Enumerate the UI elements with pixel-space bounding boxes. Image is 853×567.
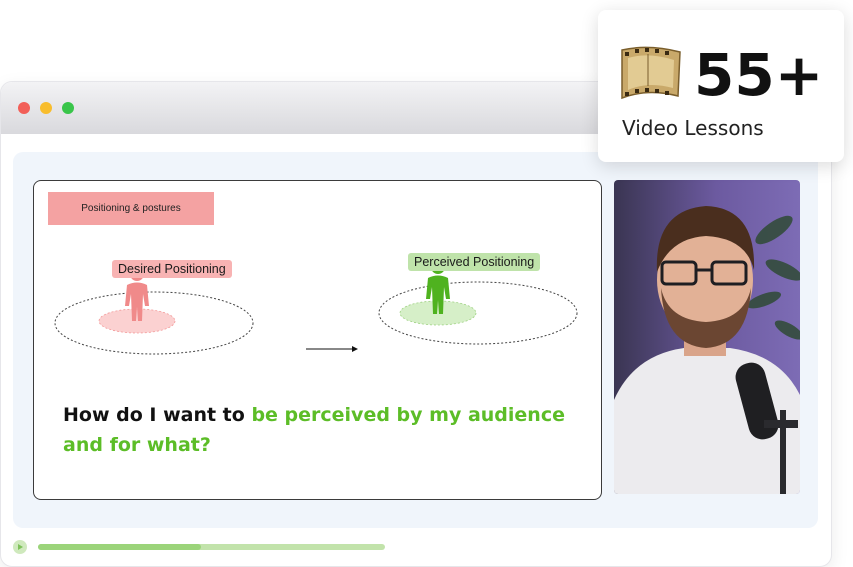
progress-track[interactable] — [38, 544, 385, 550]
maximize-window-button[interactable] — [62, 102, 74, 114]
desired-inner-ellipse — [98, 308, 176, 334]
arrow-icon — [306, 346, 358, 352]
perceived-positioning-label: Perceived Positioning — [408, 253, 541, 271]
question-text: How do I want to — [63, 404, 252, 426]
play-icon — [18, 544, 23, 550]
presenter-video[interactable] — [614, 180, 800, 494]
perceived-inner-ellipse — [399, 300, 477, 326]
minimize-window-button[interactable] — [40, 102, 52, 114]
film-reel-icon — [621, 46, 681, 100]
slide-question: How do I want to be perceived by my audi… — [63, 400, 583, 460]
video-lessons-badge: 55+ Video Lessons — [598, 10, 844, 162]
lesson-slide: Positioning & postures Desired Positioni… — [33, 180, 602, 500]
close-window-button[interactable] — [18, 102, 30, 114]
lesson-count-label: Video Lessons — [622, 116, 764, 140]
lesson-count: 55+ — [694, 41, 824, 109]
desired-positioning-label: Desired Positioning — [112, 260, 232, 278]
progress-fill — [38, 544, 202, 550]
video-player-area: Positioning & postures Desired Positioni… — [13, 152, 818, 528]
play-button[interactable] — [13, 540, 27, 554]
